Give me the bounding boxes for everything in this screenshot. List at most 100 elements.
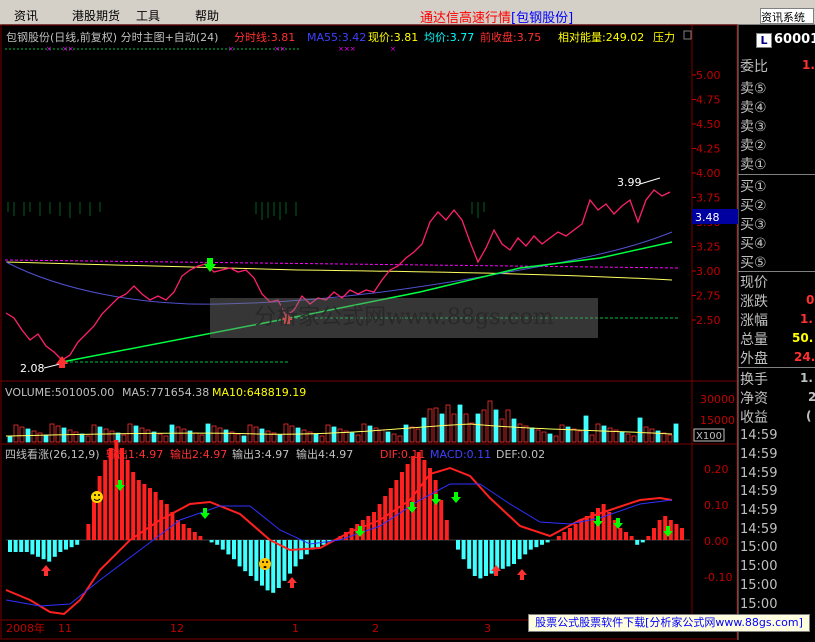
macd-histogram [8,440,684,593]
sell-arrow-stem [118,480,122,485]
volume-bar [331,426,337,443]
volume-bar [349,432,355,443]
volume-bar [127,423,133,443]
price-axis-tick: 3.25 [696,241,721,254]
volume-bar [595,423,601,443]
volume-unit: X100 [696,431,722,442]
macd-bar-positive [439,500,444,540]
volume-bar [487,400,493,443]
macd-bar-negative [47,540,52,562]
sell3-label: 卖③ [740,119,767,135]
svg-text:××: ×× [274,45,286,53]
macd-bar-negative [243,540,248,572]
volume-bar [175,426,181,443]
menu-item-hk-futures[interactable]: 港股期货 [72,7,120,24]
quote-sidebar: L 60001 委比 1. 卖⑤ 卖④ 卖③ 卖② 卖① 买① 买② 买③ 买④… [738,30,815,435]
macd-bar-negative [226,540,231,555]
volume-bar [91,424,97,443]
volume-bar [37,432,43,443]
volume-bar [253,426,259,443]
macd-bar-positive [629,536,634,540]
macd-bar-negative [58,540,63,552]
market-l-icon: L [756,33,772,48]
macd-bar-negative [523,540,528,555]
sell-arrow-stem [203,508,207,513]
volume-bar [235,433,241,443]
volume-bar [367,425,373,443]
volume-bar [631,435,637,443]
volume-bar [157,433,163,443]
stat-label-price: 现价 [740,275,768,291]
sell-arrow-stem [616,518,620,523]
macd-bar-positive [601,504,606,540]
macd-bar-negative [478,540,483,579]
macd-bar-positive [433,480,438,540]
price-axis-tick: 2.75 [696,290,721,303]
stat-label-outer: 外盘 [740,351,768,367]
sidebar-separator [738,174,815,175]
macd-bar-positive [428,468,432,540]
volume-bar [667,434,673,443]
worried-eye [262,561,264,563]
macd-bar-negative [52,540,57,557]
macd-bar-positive [86,524,91,540]
macd-output2: 输出2:4.97 [170,447,227,461]
macd-bar-positive [366,516,371,540]
date-axis-nov: 11 [58,622,72,635]
stock-code: 60001 [774,32,815,47]
macd-bar-positive [416,452,421,540]
stat-label-volume: 总量 [740,332,768,348]
volume-bar [103,428,109,443]
macd-bar-negative [254,540,259,581]
menu-item-tools[interactable]: 工具 [136,7,160,24]
menu-item-news[interactable]: 资讯 [14,7,38,24]
volume-bar [451,413,457,443]
relative-energy-readout: 相对能量:249.02 [558,30,644,44]
stat-label-pct: 涨幅 [740,313,768,329]
volume-bar [109,430,115,443]
main-green-bars [7,202,485,220]
tick-time: 14:59 [740,447,778,462]
macd-bar-positive [103,460,108,540]
news-system-button[interactable]: 资讯系统 [760,8,814,24]
macd-bar-negative [288,540,292,574]
buy-arrow-icon [41,565,51,571]
sell-arrow-stem [358,526,362,531]
price-axis-tick: 5.00 [696,69,721,82]
macd-bar-positive [192,532,197,540]
volume-bar [403,424,409,443]
volume-bar [505,409,511,443]
volume-bar [637,417,643,443]
macd-bar-positive [377,504,382,540]
sell2-label: 卖② [740,138,767,154]
menu-item-help[interactable]: 帮助 [195,7,219,24]
stat-label-turnover: 换手 [740,372,768,388]
worried-face-icon [259,558,271,570]
macd-bar-negative [75,540,80,545]
macd-bar-positive [556,536,561,540]
volume-bar [379,429,385,443]
buy5-label: 买⑤ [740,255,767,271]
macd-bar-positive [153,492,158,540]
volume-bar [217,427,223,443]
volume-bar [457,404,463,443]
price-axis-tick: 4.75 [696,94,721,107]
macd-bar-positive [607,512,612,540]
macd-bar-negative [484,540,488,576]
footer-download-link[interactable]: 股票公式股票软件下载[分析家公式网www.88gs.com] [528,614,810,632]
buy3-label: 买③ [740,217,767,233]
macd-bar-negative [528,540,533,550]
weibi-label: 委比 [740,59,768,75]
tick-time-list: 14:59 14:59 14:59 14:59 14:59 14:59 15:0… [738,426,815,620]
macd-bar-positive [97,476,102,540]
macd-bar-positive [657,520,662,540]
volume-bar [655,430,661,443]
macd-bar-negative [69,540,74,548]
price-axis-tick: 3.75 [696,192,721,205]
buy-arrow-stem [290,583,294,588]
macd-bar-negative [24,540,29,552]
macd-bar-negative [635,540,640,545]
ma55-line [5,231,673,305]
weibi-value: 1. [802,58,815,72]
worried-mouth [263,566,267,568]
